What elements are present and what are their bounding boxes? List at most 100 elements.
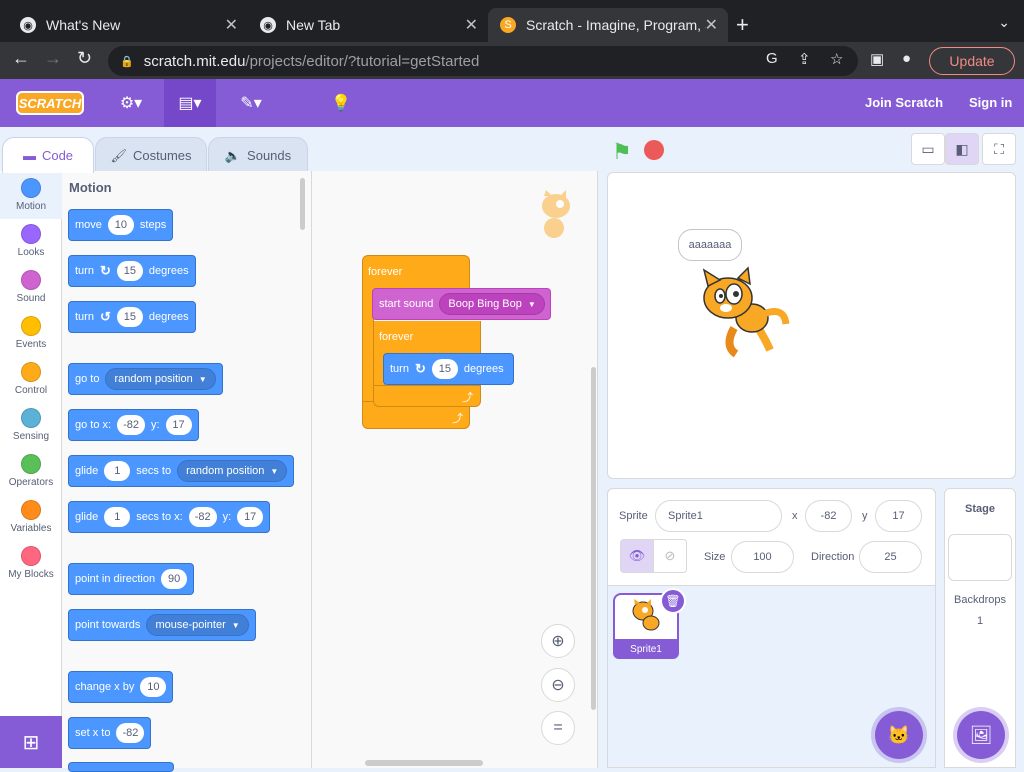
script-vertical-scrollbar[interactable] <box>591 367 596 710</box>
browser-tab[interactable]: ◉ What's New ✕ <box>8 8 248 42</box>
block-number-input[interactable]: -82 <box>117 415 145 435</box>
block-number-input[interactable]: -82 <box>116 723 145 743</box>
block-turn-left[interactable]: turn ↺ 15 degrees <box>68 301 196 333</box>
fullscreen-icon[interactable]: ⛶ <box>982 133 1016 165</box>
hide-sprite-eye-icon[interactable]: ⊘ <box>653 539 687 573</box>
block-number-input[interactable]: 15 <box>116 307 143 327</box>
tab-costumes[interactable]: 🖌 Costumes <box>95 137 207 173</box>
category-events[interactable]: Events <box>0 311 62 357</box>
block-number-input[interactable]: 10 <box>140 677 167 697</box>
block-number-input[interactable]: 90 <box>161 569 188 589</box>
category-my-blocks[interactable]: My Blocks <box>0 541 62 587</box>
sprite-name-field[interactable]: Sprite1 <box>655 500 782 532</box>
edit-menu-icon[interactable]: ✎▾ <box>228 79 274 127</box>
block-number-input[interactable]: -82 <box>188 507 217 527</box>
small-stage-icon[interactable]: ▭ <box>911 133 945 165</box>
category-variables[interactable]: Variables <box>0 495 62 541</box>
tutorials-lightbulb-icon[interactable]: 💡 <box>322 79 360 127</box>
block-number-input[interactable]: 17 <box>237 507 264 527</box>
block-text: turn <box>75 311 94 323</box>
size-field[interactable]: 100 <box>731 541 794 573</box>
script-horizontal-scrollbar[interactable] <box>365 760 483 766</box>
add-extension-button[interactable]: ⊞ <box>0 716 62 768</box>
block-start-sound[interactable]: start sound Boop Bing Bop ▼ <box>372 288 551 320</box>
category-sound[interactable]: Sound <box>0 265 62 311</box>
scratch-logo[interactable]: SCRATCH <box>16 91 84 115</box>
delete-sprite-trash-icon[interactable]: 🗑 <box>660 588 686 614</box>
stage-canvas[interactable] <box>607 172 1016 479</box>
new-tab-icon[interactable]: + <box>736 12 749 38</box>
browser-tab[interactable]: ◉ New Tab ✕ <box>248 8 488 42</box>
show-sprite-eye-icon[interactable]: 👁 <box>620 539 654 573</box>
direction-field[interactable]: 25 <box>859 541 922 573</box>
close-tab-icon[interactable]: ✕ <box>225 15 238 35</box>
settings-menu-icon[interactable]: ⚙▾ <box>108 79 154 127</box>
tab-sounds[interactable]: 🔈 Sounds <box>208 137 308 173</box>
block-number-input[interactable]: 15 <box>431 359 458 379</box>
category-dot <box>21 362 41 382</box>
category-control[interactable]: Control <box>0 357 62 403</box>
block-number-input[interactable]: 1 <box>104 461 131 481</box>
y-field[interactable]: 17 <box>875 500 922 532</box>
category-looks[interactable]: Looks <box>0 219 62 265</box>
block-go-to-xy[interactable]: go to x: -82 y: 17 <box>68 409 199 441</box>
update-button[interactable]: Update <box>929 47 1015 75</box>
zoom-in-icon[interactable]: ⊕ <box>541 624 575 658</box>
block-dropdown[interactable]: random position ▼ <box>177 460 288 482</box>
palette-scrollbar[interactable] <box>300 178 305 230</box>
block-glide-to[interactable]: glide 1 secs to random position ▼ <box>68 455 295 487</box>
reload-icon[interactable]: ↻ <box>77 48 92 69</box>
sign-in-link[interactable]: Sign in <box>969 95 1012 110</box>
normal-stage-icon[interactable]: ◧ <box>945 133 979 165</box>
choose-sprite-cat-icon[interactable]: 🐱 <box>875 711 923 759</box>
choose-backdrop-icon[interactable]: 🖼 <box>957 711 1005 759</box>
block-go-to[interactable]: go to random position ▼ <box>68 363 223 395</box>
tab-code[interactable]: ▬ Code <box>2 137 94 173</box>
profile-icon[interactable]: ● <box>902 50 911 67</box>
block-dropdown[interactable]: random position ▼ <box>105 368 216 390</box>
zoom-reset-icon[interactable]: = <box>541 711 575 745</box>
x-field[interactable]: -82 <box>805 500 852 532</box>
join-scratch-link[interactable]: Join Scratch <box>865 95 943 110</box>
sprite-ghost-icon <box>542 190 570 238</box>
category-operators[interactable]: Operators <box>0 449 62 495</box>
block-dropdown[interactable]: Boop Bing Bop ▼ <box>439 293 545 315</box>
bookmark-star-icon[interactable]: ☆ <box>830 50 843 68</box>
share-icon[interactable]: ⇪ <box>798 50 811 68</box>
scratch-cat-sprite[interactable] <box>694 266 790 358</box>
block-number-input[interactable]: 15 <box>116 261 143 281</box>
address-bar[interactable]: 🔒 scratch.mit.edu /projects/editor/?tuto… <box>108 46 858 76</box>
close-tab-icon[interactable]: ✕ <box>705 15 718 35</box>
block-turn-right[interactable]: turn ↻ 15 degrees <box>68 255 196 287</box>
browser-tab-active[interactable]: S Scratch - Imagine, Program, Sh ✕ <box>488 8 728 42</box>
category-sensing[interactable]: Sensing <box>0 403 62 449</box>
chrome-icon: ◉ <box>260 17 276 33</box>
block-partial[interactable] <box>68 762 174 772</box>
block-point-towards[interactable]: point towards mouse-pointer ▼ <box>68 609 256 641</box>
tab-code-label: Code <box>41 148 74 163</box>
block-point-in-direction[interactable]: point in direction 90 <box>68 563 195 595</box>
block-turn-right-script[interactable]: turn ↻ 15 degrees <box>383 353 514 385</box>
dropdown-value: random position <box>114 373 193 385</box>
close-tab-icon[interactable]: ✕ <box>465 15 478 35</box>
block-number-input[interactable]: 17 <box>165 415 192 435</box>
google-icon[interactable]: G <box>766 50 778 67</box>
scratch-favicon-icon: S <box>500 17 516 33</box>
category-motion[interactable]: Motion <box>0 173 62 219</box>
block-glide-to-xy[interactable]: glide 1 secs to x: -82 y: 17 <box>68 501 271 533</box>
zoom-out-icon[interactable]: ⊖ <box>541 668 575 702</box>
block-dropdown[interactable]: mouse-pointer ▼ <box>146 614 249 636</box>
side-panel-icon[interactable]: ▣ <box>870 50 884 68</box>
backdrop-thumbnail[interactable] <box>948 534 1012 581</box>
stop-icon[interactable] <box>644 140 664 160</box>
back-icon[interactable]: ← <box>12 48 30 69</box>
block-set-x[interactable]: set x to -82 <box>68 717 152 749</box>
chevron-down-icon[interactable]: ⌄ <box>998 14 1010 31</box>
block-change-x[interactable]: change x by 10 <box>68 671 174 703</box>
block-number-input[interactable]: 10 <box>107 215 134 235</box>
block-number-input[interactable]: 1 <box>104 507 131 527</box>
green-flag-icon[interactable]: ⚑ <box>612 139 632 165</box>
block-move-steps[interactable]: move 10 steps <box>68 209 174 241</box>
file-menu-icon[interactable]: ▤▾ <box>164 79 216 127</box>
forward-icon[interactable]: → <box>44 48 62 69</box>
